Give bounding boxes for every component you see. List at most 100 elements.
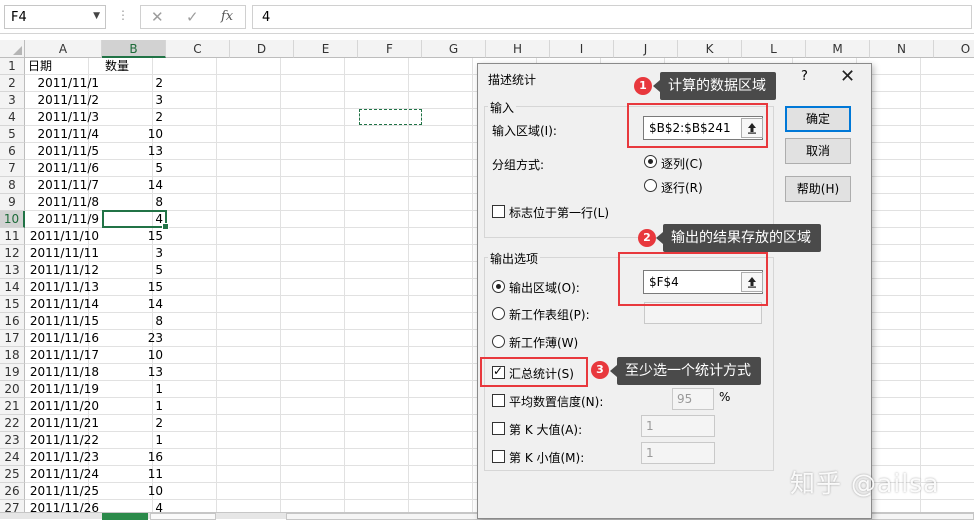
row-header-26[interactable]: 26: [0, 483, 25, 500]
column-header-d[interactable]: D: [230, 40, 294, 58]
count-cell[interactable]: 14: [102, 296, 166, 313]
date-cell[interactable]: 2011/11/11: [25, 245, 102, 262]
date-cell[interactable]: 2011/11/26: [25, 500, 102, 512]
close-icon[interactable]: ✕: [840, 66, 855, 87]
labels-first-row-label[interactable]: 标志位于第一行(L): [509, 204, 609, 221]
count-cell[interactable]: 15: [102, 279, 166, 296]
confidence-field[interactable]: 95: [672, 388, 714, 410]
kth-smallest-checkbox[interactable]: [492, 450, 505, 463]
row-header-14[interactable]: 14: [0, 279, 25, 296]
output-range-radio[interactable]: [492, 280, 505, 293]
count-cell[interactable]: 2: [102, 415, 166, 432]
kth-largest-checkbox[interactable]: [492, 422, 505, 435]
date-cell[interactable]: 2011/11/3: [25, 109, 102, 126]
row-header-5[interactable]: 5: [0, 126, 25, 143]
kth-largest-label[interactable]: 第 K 大值(A):: [509, 421, 582, 438]
date-cell[interactable]: 2011/11/2: [25, 92, 102, 109]
row-header-27[interactable]: 27: [0, 500, 25, 512]
cancel-icon[interactable]: ✕: [151, 8, 164, 26]
enter-icon[interactable]: ✓: [186, 8, 199, 26]
row-header-25[interactable]: 25: [0, 466, 25, 483]
header-cell-date[interactable]: 日期: [25, 58, 102, 75]
row-header-13[interactable]: 13: [0, 262, 25, 279]
row-header-20[interactable]: 20: [0, 381, 25, 398]
date-cell[interactable]: 2011/11/6: [25, 160, 102, 177]
row-header-3[interactable]: 3: [0, 92, 25, 109]
row-header-22[interactable]: 22: [0, 415, 25, 432]
date-cell[interactable]: 2011/11/19: [25, 381, 102, 398]
count-cell[interactable]: 1: [102, 432, 166, 449]
by-row-radio[interactable]: [644, 179, 657, 192]
new-workbook-radio[interactable]: [492, 335, 505, 348]
count-cell[interactable]: 16: [102, 449, 166, 466]
date-cell[interactable]: 2011/11/14: [25, 296, 102, 313]
row-header-18[interactable]: 18: [0, 347, 25, 364]
column-header-g[interactable]: G: [422, 40, 486, 58]
help-button[interactable]: 帮助(H): [785, 176, 851, 202]
column-header-i[interactable]: I: [550, 40, 614, 58]
row-header-17[interactable]: 17: [0, 330, 25, 347]
row-header-1[interactable]: 1: [0, 58, 25, 75]
date-cell[interactable]: 2011/11/9: [25, 211, 102, 228]
date-cell[interactable]: 2011/11/25: [25, 483, 102, 500]
count-cell[interactable]: 3: [102, 92, 166, 109]
output-range-label[interactable]: 输出区域(O):: [509, 279, 580, 296]
column-header-f[interactable]: F: [358, 40, 422, 58]
date-cell[interactable]: 2011/11/18: [25, 364, 102, 381]
date-cell[interactable]: 2011/11/7: [25, 177, 102, 194]
date-cell[interactable]: 2011/11/16: [25, 330, 102, 347]
count-cell[interactable]: 13: [102, 364, 166, 381]
row-header-11[interactable]: 11: [0, 228, 25, 245]
confidence-label[interactable]: 平均数置信度(N):: [509, 393, 603, 410]
new-sheet-radio[interactable]: [492, 307, 505, 320]
column-header-j[interactable]: J: [614, 40, 678, 58]
help-icon[interactable]: ?: [801, 69, 808, 84]
column-header-l[interactable]: L: [742, 40, 806, 58]
count-cell[interactable]: 3: [102, 245, 166, 262]
count-cell[interactable]: 23: [102, 330, 166, 347]
row-header-9[interactable]: 9: [0, 194, 25, 211]
column-header-a[interactable]: A: [25, 40, 102, 58]
column-header-b[interactable]: B: [102, 40, 166, 58]
date-cell[interactable]: 2011/11/10: [25, 228, 102, 245]
row-header-24[interactable]: 24: [0, 449, 25, 466]
count-cell[interactable]: 10: [102, 126, 166, 143]
date-cell[interactable]: 2011/11/5: [25, 143, 102, 160]
date-cell[interactable]: 2011/11/17: [25, 347, 102, 364]
count-cell[interactable]: 8: [102, 194, 166, 211]
row-header-4[interactable]: 4: [0, 109, 25, 126]
count-cell[interactable]: 10: [102, 347, 166, 364]
count-cell[interactable]: 14: [102, 177, 166, 194]
count-cell[interactable]: 13: [102, 143, 166, 160]
date-cell[interactable]: 2011/11/13: [25, 279, 102, 296]
name-box[interactable]: F4 ▼: [4, 5, 106, 29]
row-header-7[interactable]: 7: [0, 160, 25, 177]
column-header-m[interactable]: M: [806, 40, 870, 58]
by-row-label[interactable]: 逐行(R): [661, 179, 703, 196]
count-cell[interactable]: 2: [102, 109, 166, 126]
date-cell[interactable]: 2011/11/22: [25, 432, 102, 449]
row-header-10[interactable]: 10: [0, 211, 25, 228]
column-header-h[interactable]: H: [486, 40, 550, 58]
new-sheet-label[interactable]: 新工作表组(P):: [509, 306, 590, 323]
count-cell[interactable]: 2: [102, 75, 166, 92]
count-cell[interactable]: 10: [102, 483, 166, 500]
count-cell[interactable]: 15: [102, 228, 166, 245]
confidence-checkbox[interactable]: [492, 394, 505, 407]
row-header-16[interactable]: 16: [0, 313, 25, 330]
date-cell[interactable]: 2011/11/12: [25, 262, 102, 279]
kth-smallest-label[interactable]: 第 K 小值(M):: [509, 449, 584, 466]
function-icon[interactable]: fx: [221, 9, 233, 24]
row-header-15[interactable]: 15: [0, 296, 25, 313]
active-cell-b10[interactable]: [102, 210, 169, 230]
labels-first-row-checkbox[interactable]: [492, 205, 505, 218]
column-header-c[interactable]: C: [166, 40, 230, 58]
row-header-12[interactable]: 12: [0, 245, 25, 262]
count-cell[interactable]: 8: [102, 313, 166, 330]
count-cell[interactable]: 11: [102, 466, 166, 483]
count-cell[interactable]: 1: [102, 398, 166, 415]
count-cell[interactable]: 5: [102, 262, 166, 279]
row-header-21[interactable]: 21: [0, 398, 25, 415]
row-header-19[interactable]: 19: [0, 364, 25, 381]
count-cell[interactable]: 5: [102, 160, 166, 177]
